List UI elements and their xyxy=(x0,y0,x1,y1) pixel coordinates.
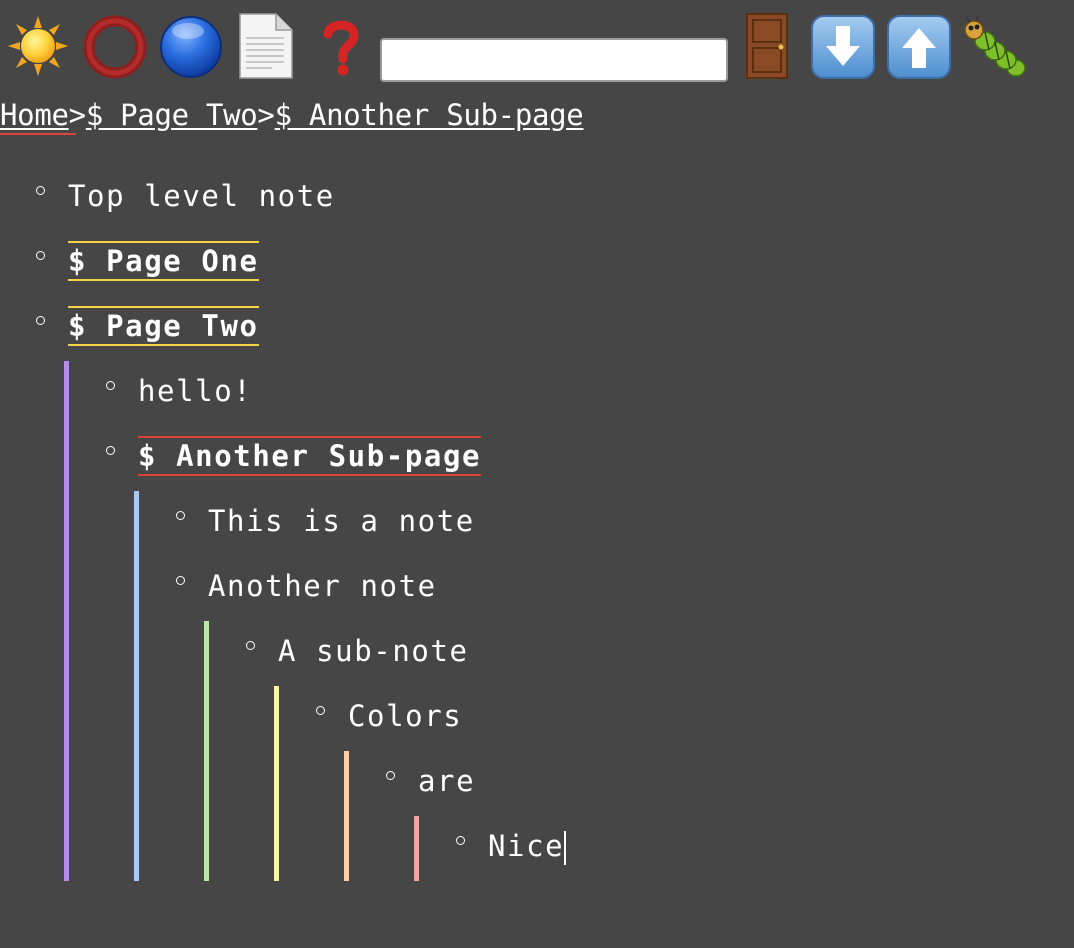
note-item[interactable]: Colors xyxy=(0,696,600,736)
note-bullet[interactable] xyxy=(106,381,115,390)
note-text-editing[interactable]: Nice xyxy=(488,828,567,865)
note-item[interactable]: A sub-note xyxy=(0,631,600,671)
text-cursor xyxy=(564,831,567,865)
note-bullet[interactable] xyxy=(36,251,45,260)
page-link-another-sub-page[interactable]: $ Another Sub-page xyxy=(138,436,482,476)
toolbar xyxy=(0,0,1074,90)
page-link-page-two[interactable]: $ Page Two xyxy=(68,306,259,346)
note-text[interactable]: Top level note xyxy=(68,178,335,214)
note-item[interactable]: $ Page One xyxy=(0,241,600,281)
sun-icon[interactable] xyxy=(6,14,70,78)
note-text[interactable]: are xyxy=(418,763,475,799)
search-input[interactable] xyxy=(380,38,728,82)
breadcrumb-page-two[interactable]: $ Page Two xyxy=(86,98,258,132)
note-bullet[interactable] xyxy=(36,316,45,325)
note-item[interactable]: Top level note xyxy=(0,176,600,216)
note-bullet[interactable] xyxy=(316,706,325,715)
note-bullet[interactable] xyxy=(36,186,45,195)
note-item[interactable]: $ Another Sub-page xyxy=(0,436,600,476)
breadcrumb-home[interactable]: Home xyxy=(0,98,76,135)
note-bullet[interactable] xyxy=(106,446,115,455)
note-text[interactable]: Nice xyxy=(488,829,564,863)
page-link-page-one[interactable]: $ Page One xyxy=(68,241,259,281)
note-text[interactable]: Another note xyxy=(208,568,437,604)
note-text[interactable]: Colors xyxy=(348,698,462,734)
breadcrumb-separator: > xyxy=(257,98,275,132)
door-icon[interactable] xyxy=(744,12,790,80)
up-arrow-icon[interactable] xyxy=(886,14,952,80)
indent-guide-depth-2 xyxy=(134,491,139,881)
red-ring-icon[interactable] xyxy=(82,14,148,80)
note-bullet[interactable] xyxy=(386,771,395,780)
note-text[interactable]: A sub-note xyxy=(278,633,469,669)
note-bullet[interactable] xyxy=(456,836,465,845)
note-item[interactable]: Another note xyxy=(0,566,600,606)
breadcrumb-another-sub-page[interactable]: $ Another Sub-page xyxy=(275,98,584,132)
note-item[interactable]: This is a note xyxy=(0,501,600,541)
note-text[interactable]: This is a note xyxy=(208,503,475,539)
note-item-editing[interactable]: Nice xyxy=(0,826,600,866)
note-item[interactable]: are xyxy=(0,761,600,801)
breadcrumb: Home >$ Page Two>$ Another Sub-page xyxy=(0,95,584,135)
note-text[interactable]: hello! xyxy=(138,373,252,409)
note-item[interactable]: $ Page Two xyxy=(0,306,600,346)
bug-icon[interactable] xyxy=(962,16,1030,80)
note-bullet[interactable] xyxy=(176,576,185,585)
note-bullet[interactable] xyxy=(176,511,185,520)
blue-circle-icon[interactable] xyxy=(158,14,224,80)
down-arrow-icon[interactable] xyxy=(810,14,876,80)
note-item[interactable]: hello! xyxy=(0,371,600,411)
notes-app: Home >$ Page Two>$ Another Sub-page Top l… xyxy=(0,0,1074,948)
breadcrumb-separator: > xyxy=(68,98,86,132)
breadcrumb-home-accent xyxy=(0,133,76,135)
document-icon[interactable] xyxy=(236,12,296,80)
question-mark-icon[interactable] xyxy=(318,18,364,78)
note-bullet[interactable] xyxy=(246,641,255,650)
breadcrumb-home-label: Home xyxy=(0,98,69,132)
